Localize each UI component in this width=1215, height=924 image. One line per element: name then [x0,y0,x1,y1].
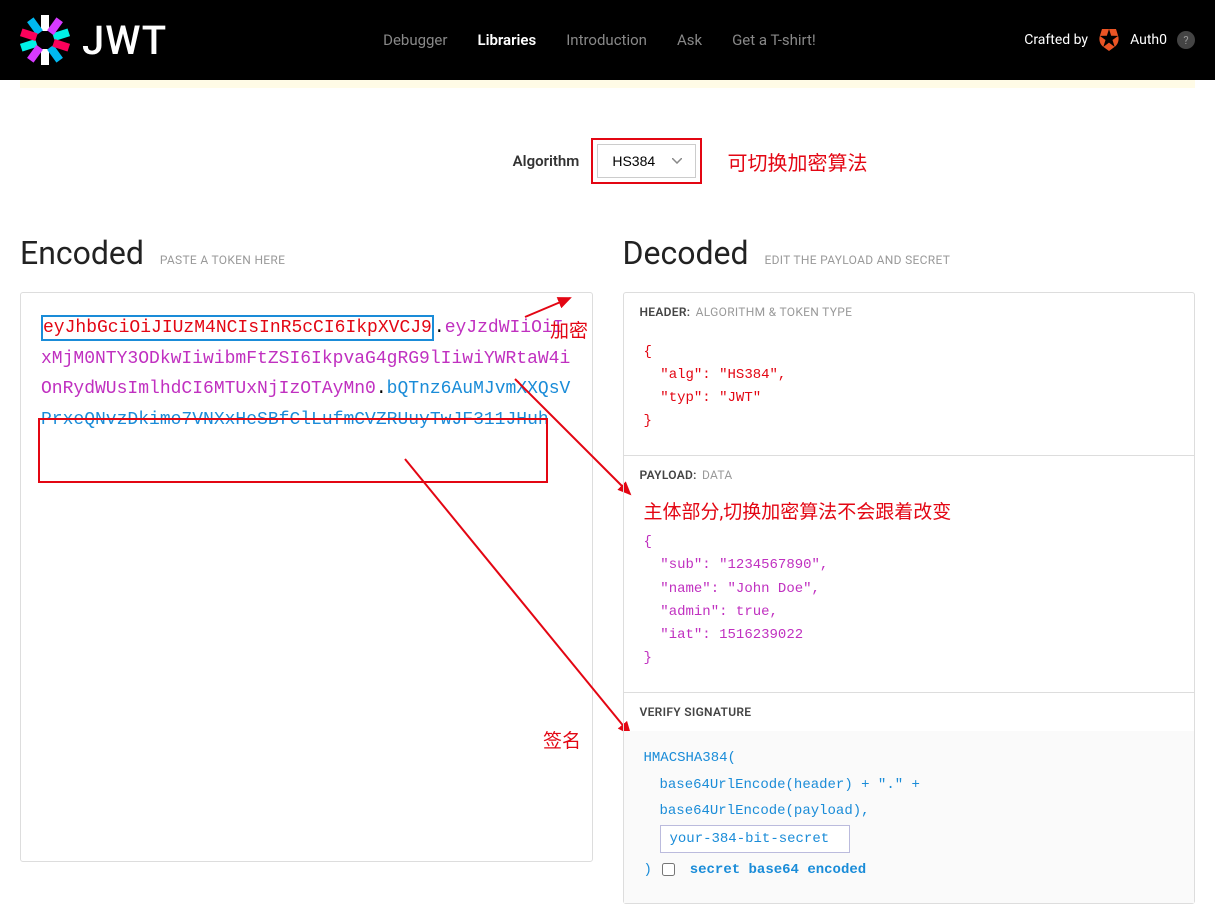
decoded-box: HEADER: ALGORITHM & TOKEN TYPE { "alg": … [623,292,1196,904]
token-header: eyJhbGciOiJIUzM4NCIsInR5cCI6IkpXVCJ9 [43,318,432,338]
decoded-subtitle: EDIT THE PAYLOAD AND SECRET [764,253,950,267]
secret-base64-checkbox[interactable] [662,863,675,876]
logo-text: JWT [82,17,167,64]
payload-label: PAYLOAD: [640,468,697,482]
algorithm-select[interactable]: HS384 [597,144,696,178]
token-dot-1: . [434,318,445,338]
header-label: HEADER: [640,305,691,319]
token-dot-2: . [376,379,387,399]
encoded-title: Encoded PASTE A TOKEN HERE [20,234,593,272]
verify-section: VERIFY SIGNATURE HMACSHA384( base64UrlEn… [624,693,1195,903]
annotation-payload: 主体部分,切换加密算法不会跟着改变 [644,497,1215,524]
auth0-label[interactable]: Auth0 [1130,32,1167,48]
algorithm-label: Algorithm [513,152,580,170]
sig-line-1: base64UrlEncode(header) + "." + [644,772,1175,799]
crafted-by-label: Crafted by [1024,32,1088,48]
header-sublabel: ALGORITHM & TOKEN TYPE [696,305,853,319]
algorithm-row: Algorithm HS384 可切换加密算法 [20,138,1195,184]
signature-block: HMACSHA384( base64UrlEncode(header) + ".… [624,731,1195,903]
payload-heading: PAYLOAD: DATA [624,456,1195,494]
nav-link-ask[interactable]: Ask [677,31,702,49]
banner-strip [20,80,1195,88]
sig-line-2: base64UrlEncode(payload), [644,798,1175,825]
logo[interactable]: JWT [20,15,167,65]
nav-link-debugger[interactable]: Debugger [383,31,447,49]
secret-base64-label: secret base64 encoded [690,862,866,878]
encoded-token-box[interactable]: eyJhbGciOiJIUzM4NCIsInR5cCI6IkpXVCJ9.eyJ… [20,292,593,862]
decoded-column: Decoded EDIT THE PAYLOAD AND SECRET HEAD… [623,234,1196,904]
nav-link-introduction[interactable]: Introduction [566,31,647,49]
verify-heading: VERIFY SIGNATURE [624,693,1195,731]
sig-close-line: ) secret base64 encoded [644,857,1175,884]
auth0-icon[interactable] [1098,29,1120,51]
secret-input[interactable] [660,825,850,853]
encoded-title-text: Encoded [20,234,144,272]
nav-right: Crafted by Auth0 ? [1024,29,1195,51]
sig-close-paren: ) [644,862,652,878]
header-heading: HEADER: ALGORITHM & TOKEN TYPE [624,293,1195,331]
payload-section: PAYLOAD: DATA 主体部分,切换加密算法不会跟着改变 { "sub":… [624,456,1195,693]
decoded-title: Decoded EDIT THE PAYLOAD AND SECRET [623,234,1196,272]
payload-sublabel: DATA [702,468,733,482]
nav-link-tshirt[interactable]: Get a T-shirt! [732,31,816,49]
annotation-algorithm: 可切换加密算法 [728,147,868,176]
algorithm-select-highlight: HS384 [591,138,702,184]
token-header-highlight: eyJhbGciOiJIUzM4NCIsInR5cCI6IkpXVCJ9 [41,315,434,341]
nav-left: JWT Debugger Libraries Introduction Ask … [20,15,816,65]
help-icon[interactable]: ? [1177,31,1195,49]
header-section: HEADER: ALGORITHM & TOKEN TYPE { "alg": … [624,293,1195,456]
jwt-logo-icon [20,15,70,65]
nav-link-libraries[interactable]: Libraries [477,31,536,49]
encoded-column: Encoded PASTE A TOKEN HERE eyJhbGciOiJIU… [20,234,593,862]
sig-func: HMACSHA384( [644,745,1175,772]
encoded-subtitle: PASTE A TOKEN HERE [160,253,285,267]
nav-links: Debugger Libraries Introduction Ask Get … [383,31,816,49]
payload-json[interactable]: { "sub": "1234567890", "name": "John Doe… [624,521,1195,692]
decoded-title-text: Decoded [623,234,749,272]
navbar: JWT Debugger Libraries Introduction Ask … [0,0,1215,80]
header-json[interactable]: { "alg": "HS384", "typ": "JWT" } [624,331,1195,455]
